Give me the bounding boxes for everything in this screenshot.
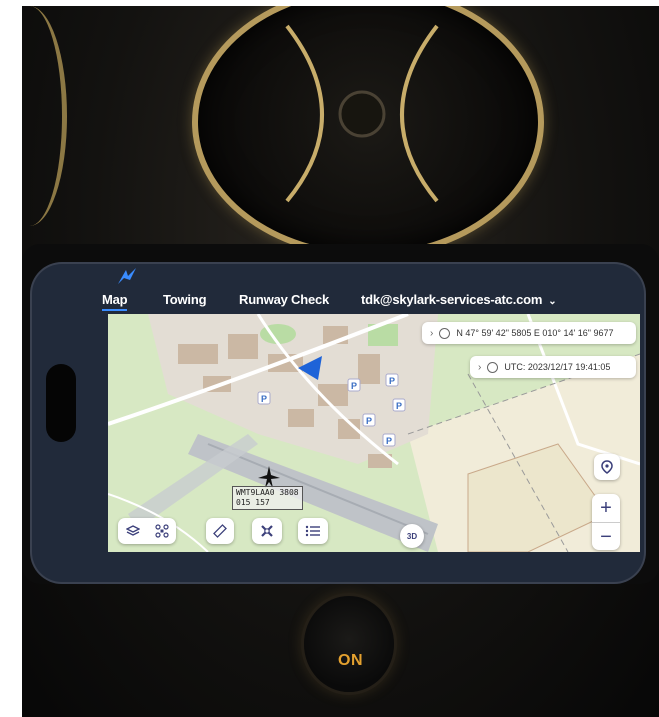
compass-icon [439, 327, 451, 339]
photo-background: Map Towing Runway Check tdk@skylark-serv… [22, 6, 659, 717]
no-fly-zone-button[interactable] [252, 518, 282, 544]
list-icon [305, 525, 320, 537]
map-pin-icon [601, 460, 613, 474]
drone-button[interactable] [154, 524, 169, 538]
position-readout: N 47° 59' 42" 5805 E 010° 14' 16" 9677 [456, 328, 614, 338]
locate-button[interactable] [594, 454, 620, 480]
zoom-out-button[interactable]: − [592, 523, 620, 551]
aircraft-label: WMT9LAA0 3808 015 157 [232, 486, 303, 510]
air-vent-edge [22, 6, 67, 226]
console-on-button[interactable] [304, 596, 394, 692]
account-email: tdk@skylark-services-atc.com [361, 292, 543, 307]
zoom-in-button[interactable]: + [592, 494, 620, 522]
svg-text:P: P [366, 416, 372, 426]
layers-drone-group [118, 518, 176, 544]
chevron-right-icon: › [430, 327, 434, 339]
aircraft-data: 015 157 [236, 498, 270, 507]
on-label: ON [338, 652, 363, 669]
clock-icon [487, 361, 499, 373]
map-view[interactable]: P P P P P P WMT9LAA0 3808 015 157 › N 47… [108, 314, 640, 552]
svg-text:P: P [396, 401, 402, 411]
vent-blades [285, 24, 439, 203]
position-panel[interactable]: › N 47° 59' 42" 5805 E 010° 14' 16" 9677 [422, 322, 636, 344]
utc-time: UTC: 2023/12/17 19:41:05 [504, 362, 611, 372]
drone-icon [154, 524, 169, 538]
own-position-icon [298, 356, 322, 380]
view-3d-button[interactable]: 3D [400, 524, 424, 548]
svg-text:P: P [386, 436, 392, 446]
svg-text:P: P [389, 376, 395, 386]
camera-notch [46, 364, 76, 442]
list-button[interactable] [298, 518, 328, 544]
no-fly-icon [261, 525, 273, 537]
layers-button[interactable] [125, 524, 140, 538]
account-menu[interactable]: tdk@skylark-services-atc.com ⌄ [361, 292, 557, 307]
chevron-down-icon: ⌄ [548, 296, 557, 307]
layers-icon [125, 525, 140, 536]
tab-runway-check[interactable]: Runway Check [239, 292, 329, 307]
svg-text:P: P [351, 381, 357, 391]
svg-text:P: P [261, 394, 267, 404]
tab-map[interactable]: Map [102, 292, 128, 311]
ruler-icon [213, 524, 227, 538]
chevron-right-icon: › [478, 361, 482, 373]
map-tiles: P P P P P P [108, 314, 640, 552]
app-logo-icon [118, 268, 136, 284]
aircraft-callsign: WMT9LAA0 3808 [236, 488, 299, 497]
time-panel[interactable]: › UTC: 2023/12/17 19:41:05 [470, 356, 636, 378]
phone-screen: Map Towing Runway Check tdk@skylark-serv… [32, 264, 644, 582]
ruler-button[interactable] [206, 518, 234, 544]
tab-towing[interactable]: Towing [163, 292, 207, 307]
zoom-control: + − [592, 494, 620, 550]
air-vent [192, 6, 544, 258]
